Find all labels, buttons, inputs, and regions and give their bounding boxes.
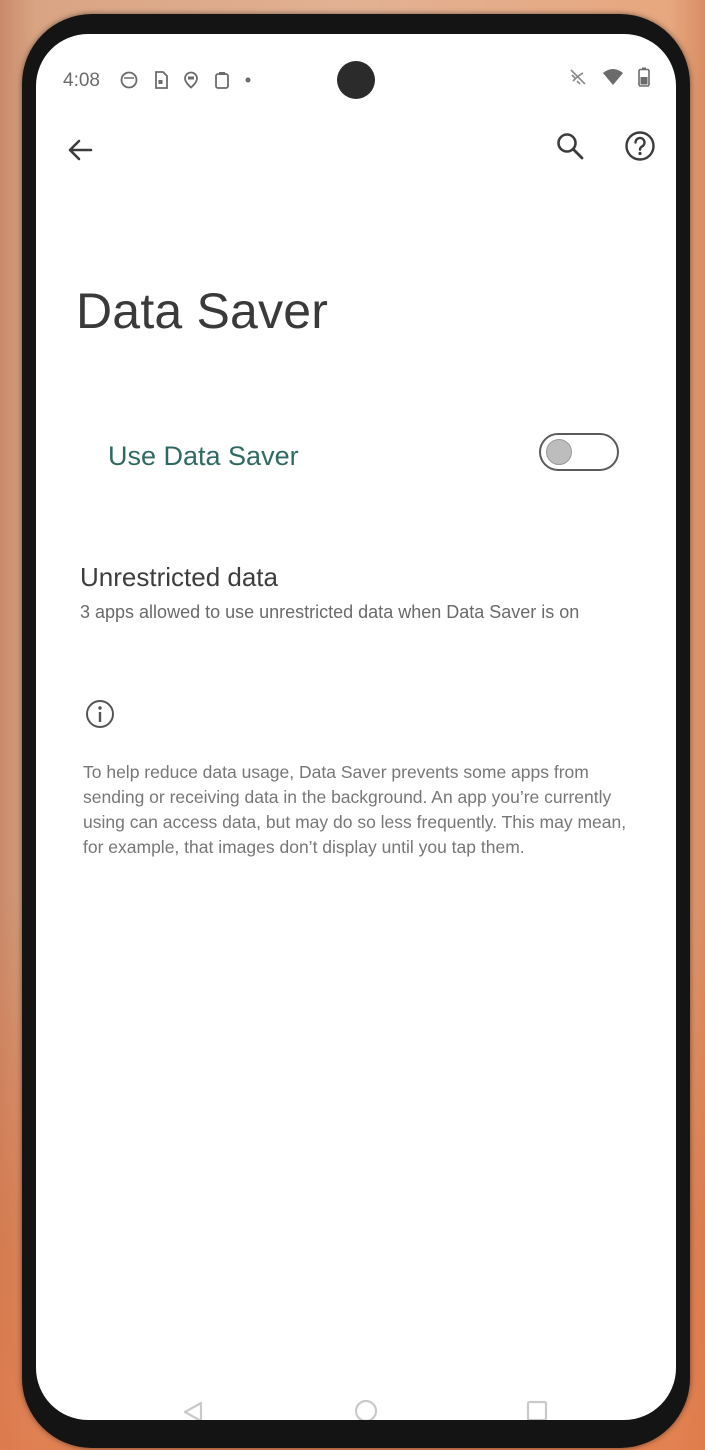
use-data-saver-row[interactable]: Use Data Saver (86, 419, 636, 499)
clipboard-icon (215, 72, 229, 89)
nav-recents-icon[interactable] (526, 1400, 548, 1420)
nav-home-icon[interactable] (354, 1399, 378, 1420)
data-saver-info-text: To help reduce data usage, Data Saver pr… (83, 762, 627, 857)
help-button[interactable] (620, 126, 660, 166)
status-time: 4:08 (63, 70, 100, 91)
page-title: Data Saver (76, 283, 329, 339)
battery-icon (638, 67, 650, 87)
front-camera (337, 61, 375, 99)
use-data-saver-toggle[interactable] (539, 433, 619, 471)
dnd-off-icon (570, 69, 586, 85)
toggle-thumb (546, 439, 572, 465)
search-button[interactable] (550, 126, 590, 166)
phone-screen: 4:08 Data Saver Use Data Saver Unrestric… (36, 34, 676, 1420)
use-data-saver-label: Use Data Saver (108, 441, 299, 471)
status-icons-left (120, 71, 252, 89)
messenger-icon (120, 71, 138, 89)
location-icon (184, 71, 198, 89)
back-button[interactable] (60, 130, 100, 170)
search-icon (557, 133, 584, 160)
nav-back-icon[interactable] (181, 1400, 205, 1420)
unrestricted-data-title: Unrestricted data (80, 562, 278, 592)
navigation-bar (36, 1386, 676, 1420)
unrestricted-data-item[interactable]: Unrestricted data 3 apps allowed to use … (80, 562, 640, 626)
sim-card-icon (155, 71, 168, 89)
unrestricted-data-summary: 3 apps allowed to use unrestricted data … (80, 602, 580, 622)
status-icons-right (568, 67, 650, 87)
dot-icon (245, 77, 251, 83)
info-icon (86, 700, 114, 728)
help-icon (625, 131, 655, 161)
wifi-icon (603, 69, 623, 85)
arrow-back-icon (68, 139, 93, 161)
status-bar: 4:08 (36, 34, 676, 124)
